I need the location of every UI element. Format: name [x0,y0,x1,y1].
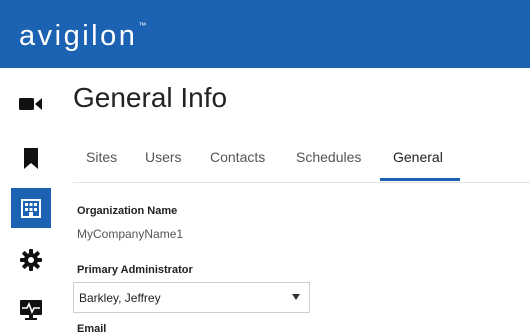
sidebar-item-camera[interactable] [11,84,51,124]
logo-text: avigilon [19,20,138,52]
organization-name-label: Organization Name [77,205,178,217]
gear-icon [20,249,42,271]
video-camera-icon [19,98,42,110]
tab-bar: Sites Users Contacts Schedules General [73,140,530,182]
tab-general[interactable]: General [393,149,443,165]
sidebar-item-settings[interactable] [11,240,51,280]
tab-schedules[interactable]: Schedules [296,149,361,165]
chevron-down-icon [292,294,300,300]
active-tab-indicator [380,178,460,181]
email-label: Email [77,323,107,335]
sidebar-item-bookmarks[interactable] [11,138,51,178]
sidebar-item-health[interactable] [11,290,51,330]
primary-admin-select[interactable]: Barkley, Jeffrey [73,282,310,313]
monitor-pulse-icon [20,300,42,320]
tab-users[interactable]: Users [145,149,182,165]
app-header: avigilon™ [0,0,530,68]
avigilon-logo[interactable]: avigilon™ [19,22,146,51]
sidebar-item-organization[interactable] [11,188,51,228]
logo-trademark: ™ [138,21,147,30]
tab-contacts[interactable]: Contacts [210,149,265,165]
tab-divider [73,182,530,183]
tab-sites[interactable]: Sites [86,149,117,165]
building-icon [21,199,41,218]
page-title: General Info [73,82,228,113]
primary-admin-value: Barkley, Jeffrey [79,291,161,305]
bookmark-icon [24,147,38,169]
primary-admin-label: Primary Administrator [77,264,193,276]
organization-name-value: MyCompanyName1 [77,227,184,241]
